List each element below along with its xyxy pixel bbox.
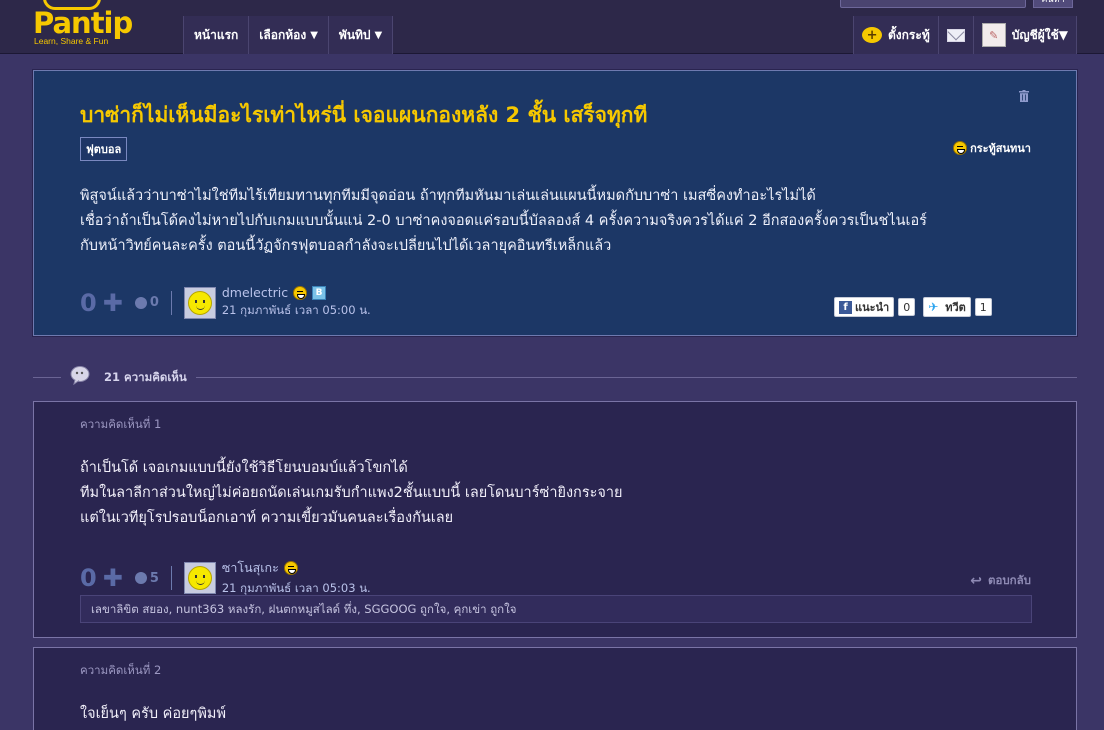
twitter-bird-icon: ✈ bbox=[928, 300, 939, 314]
chevron-down-icon: ▼ bbox=[310, 29, 318, 41]
nav-pantip[interactable]: พันทิป ▼ bbox=[327, 16, 394, 54]
topic-body-line: เชื่อว่าถ้าเป็นโด้คงไม่หายไปกับเกมแบบนั้… bbox=[80, 213, 927, 229]
facebook-count: 0 bbox=[898, 298, 916, 316]
vote-count: 0 bbox=[80, 564, 97, 592]
author-avatar[interactable] bbox=[183, 562, 216, 594]
author-info: dmelectric B 21 กุมภาพันธ์ เวลา 05:00 น. bbox=[222, 285, 371, 320]
emotion-icon[interactable] bbox=[134, 572, 147, 584]
logo-wordmark: Pantip bbox=[33, 6, 133, 40]
share-buttons: f แนะนำ 0 ✈ ทวีต 1 bbox=[834, 297, 992, 317]
smiley-icon bbox=[283, 561, 298, 575]
vote-plus-button[interactable]: ✚ bbox=[103, 564, 123, 592]
comment-count: 21 ความคิดเห็น bbox=[104, 370, 187, 384]
tweet-label: ทวีต bbox=[945, 301, 966, 314]
comment-card: ความคิดเห็นที่ 1 ถ้าเป็นโด้ เจอเกมแบบนี้… bbox=[33, 401, 1077, 638]
comment-label: ความคิดเห็นที่ 1 bbox=[80, 417, 162, 431]
chevron-down-icon: ▼ bbox=[374, 29, 383, 41]
author-info: ซาโนสุเกะ 21 กุมภาพันธ์ เวลา 05:03 น. bbox=[222, 558, 371, 598]
topic-type-label: กระทู้สนทนา bbox=[970, 142, 1031, 155]
pantip-logo[interactable]: Pantip Learn, Share & Fun bbox=[33, 0, 143, 52]
reactions-bar: เลขาลิขิต สยอง, nunt363 หลงรัก, ฝนตกหมูส… bbox=[80, 595, 1032, 623]
topic-body-line: พิสูจน์แล้วว่าบาซ่าไม่ใช่ทีมไร้เทียมทานท… bbox=[80, 188, 816, 204]
tweet-count: 1 bbox=[974, 298, 992, 316]
emotion-count: 5 bbox=[149, 570, 159, 586]
topic-body-line: กับหน้าวิทย์คนละครั้ง ตอนนี้วัฏจักรฟุตบอ… bbox=[80, 238, 612, 254]
emotion-icon[interactable] bbox=[134, 296, 147, 309]
reply-arrow-icon: ↩ bbox=[970, 573, 982, 589]
divider bbox=[170, 290, 172, 315]
author-name[interactable]: dmelectric bbox=[222, 285, 288, 300]
nav-choose-room[interactable]: เลือกห้อง ▼ bbox=[248, 16, 328, 54]
main-nav: หน้าแรก เลือกห้อง ▼ พันทิป ▼ bbox=[183, 16, 394, 54]
emotion-count: 0 bbox=[149, 295, 159, 310]
topic-tag[interactable]: ฟุตบอล bbox=[80, 137, 128, 161]
topic-vote-row: 0 ✚ 0 dmelectric B 21 กุมภาพันธ์ เวลา 05… bbox=[80, 285, 371, 320]
author-avatar[interactable] bbox=[183, 286, 216, 319]
divider bbox=[170, 566, 172, 590]
smiley-icon bbox=[293, 285, 308, 300]
comment-vote-row: 0 ✚ 5 ซาโนสุเกะ 21 กุมภาพันธ์ เวลา 05:03… bbox=[80, 558, 371, 598]
nav-pantip-label: พันทิป bbox=[338, 27, 371, 42]
search-button[interactable]: ค้นหา bbox=[1033, 0, 1073, 8]
messages-button[interactable] bbox=[937, 16, 973, 54]
divider bbox=[196, 377, 1077, 378]
new-topic-button[interactable]: + ตั้งกระทู้ bbox=[853, 16, 938, 54]
divider bbox=[33, 377, 61, 378]
facebook-like-button[interactable]: f แนะนำ bbox=[834, 297, 895, 317]
comment-body-line: ทีมในลาลีกาส่วนใหญ่ไม่ค่อยถนัดเล่นเกมรับ… bbox=[80, 485, 623, 501]
account-menu[interactable]: ✎ บัญชีผู้ใช้ ▼ bbox=[972, 16, 1077, 54]
smiley-face-icon bbox=[187, 290, 212, 315]
comment-body-line: แต่ในเวทียุโรปรอบน็อกเอาท์ ความเขี้ยวมัน… bbox=[80, 510, 454, 526]
topic-title: บาซ่าก็ไม่เห็นมีอะไรเท่าไหร่นี่ เจอแผนกอ… bbox=[80, 103, 648, 127]
post-time: 21 กุมภาพันธ์ เวลา 05:00 น. bbox=[221, 303, 371, 317]
smiley-icon bbox=[953, 141, 968, 155]
nav-home[interactable]: หน้าแรก bbox=[183, 16, 249, 54]
comment-body-line: ถ้าเป็นโด้ เจอเกมแบบนี้ยังใช้วิธีโยนบอมบ… bbox=[80, 460, 408, 476]
new-topic-label: ตั้งกระทู้ bbox=[888, 27, 930, 42]
tweet-button[interactable]: ✈ ทวีต bbox=[923, 297, 971, 317]
logo-tagline: Learn, Share & Fun bbox=[34, 36, 109, 46]
reply-button[interactable]: ↩ ตอบกลับ bbox=[970, 572, 1031, 590]
comment-body: ถ้าเป็นโด้ เจอเกมแบบนี้ยังใช้วิธีโยนบอมบ… bbox=[80, 456, 1040, 531]
blogger-badge-icon: B bbox=[312, 285, 327, 300]
topic-card: บาซ่าก็ไม่เห็นมีอะไรเท่าไหร่นี่ เจอแผนกอ… bbox=[33, 70, 1077, 336]
facebook-like-label: แนะนำ bbox=[855, 301, 890, 314]
mail-icon bbox=[946, 28, 965, 42]
account-label: บัญชีผู้ใช้ bbox=[1011, 27, 1059, 42]
topic-type: กระทู้สนทนา bbox=[953, 139, 1031, 157]
comment-label: ความคิดเห็นที่ 2 bbox=[80, 663, 162, 677]
nav-choose-room-label: เลือกห้อง bbox=[259, 27, 307, 42]
comment-body: ใจเย็นๆ ครับ ค่อยๆพิมพ์ bbox=[80, 702, 1040, 727]
trash-icon[interactable] bbox=[1019, 90, 1029, 102]
reply-label: ตอบกลับ bbox=[988, 573, 1031, 587]
search-input[interactable] bbox=[840, 0, 1026, 8]
comment-card: ความคิดเห็นที่ 2 ใจเย็นๆ ครับ ค่อยๆพิมพ์ bbox=[33, 647, 1077, 730]
chevron-down-icon: ▼ bbox=[1058, 28, 1068, 42]
topic-body: พิสูจน์แล้วว่าบาซ่าไม่ใช่ทีมไร้เทียมทานท… bbox=[80, 184, 1040, 259]
facebook-icon: f bbox=[839, 300, 852, 314]
nav-home-label: หน้าแรก bbox=[194, 27, 239, 42]
comment-bubbles-icon bbox=[70, 366, 90, 385]
author-name[interactable]: ซาโนสุเกะ bbox=[222, 558, 279, 578]
user-avatar-icon: ✎ bbox=[981, 23, 1006, 47]
vote-count: 0 bbox=[80, 288, 97, 317]
comment-body-line: ใจเย็นๆ ครับ ค่อยๆพิมพ์ bbox=[80, 706, 227, 722]
user-nav: + ตั้งกระทู้ ✎ บัญชีผู้ใช้ ▼ bbox=[853, 16, 1077, 54]
smiley-face-icon bbox=[187, 566, 212, 590]
vote-plus-button[interactable]: ✚ bbox=[103, 289, 123, 317]
new-topic-plus-icon: + bbox=[862, 27, 883, 43]
top-navbar: ค้นหา Pantip Learn, Share & Fun หน้าแรก … bbox=[0, 0, 1104, 54]
